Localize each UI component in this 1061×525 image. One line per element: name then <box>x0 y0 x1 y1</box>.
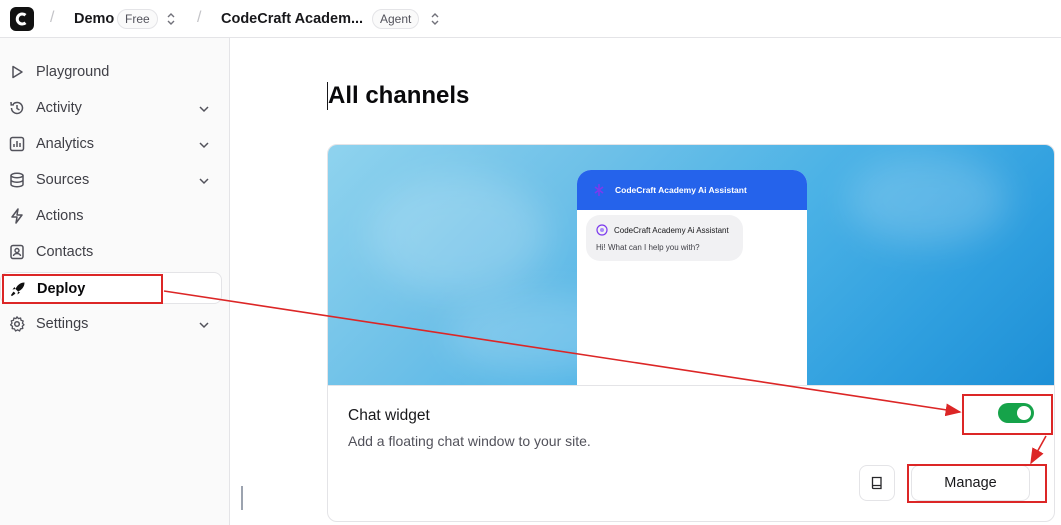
page-title: All channels <box>328 82 470 109</box>
sidebar-item-sources[interactable]: Sources <box>0 164 222 196</box>
greeting-text: Hi! What can I help you with? <box>596 243 700 252</box>
app-logo-icon[interactable] <box>10 7 34 31</box>
sidebar-item-contacts[interactable]: Contacts <box>0 236 222 268</box>
play-icon <box>12 65 23 79</box>
docs-button[interactable] <box>859 465 895 501</box>
greeting-bubble: CodeCraft Academy Ai Assistant Hi! What … <box>586 215 743 261</box>
chevron-down-icon[interactable] <box>197 138 211 152</box>
widget-header-title: CodeCraft Academy Ai Assistant <box>615 185 747 195</box>
sidebar-item-analytics[interactable]: Analytics <box>0 128 222 160</box>
bot-name: CodeCraft Academy Ai Assistant <box>614 226 729 235</box>
sidebar-item-label: Settings <box>36 316 89 332</box>
sidebar-item-label: Analytics <box>36 136 95 152</box>
chat-widget-preview: CodeCraft Academy Ai Assistant CodeCraft… <box>577 170 807 385</box>
annotation-box-deploy <box>2 274 163 304</box>
chevron-down-icon[interactable] <box>197 318 211 332</box>
agent-switcher-icon[interactable] <box>429 10 441 28</box>
gear-icon <box>9 316 25 332</box>
sidebar-item-label: Actions <box>36 208 84 224</box>
breadcrumb-separator: / <box>197 9 202 26</box>
annotation-box-manage <box>907 464 1047 503</box>
sidebar-item-label: Contacts <box>36 244 94 260</box>
contact-icon <box>10 244 24 260</box>
widget-header: CodeCraft Academy Ai Assistant <box>577 170 807 210</box>
annotation-box-toggle <box>962 394 1053 435</box>
bolt-icon <box>11 208 23 224</box>
book-icon <box>871 476 882 490</box>
history-icon <box>10 101 24 115</box>
sidebar-item-playground[interactable]: Playground <box>0 56 222 88</box>
sidebar-item-activity[interactable]: Activity <box>0 92 222 124</box>
plan-badge: Free <box>117 9 158 29</box>
card-description: Add a floating chat window to your site. <box>348 433 591 449</box>
card-title: Chat widget <box>348 407 430 424</box>
bot-avatar-icon <box>596 224 608 236</box>
chart-icon <box>9 136 25 152</box>
bot-icon <box>594 184 604 196</box>
workspace-name[interactable]: Demo <box>74 11 114 27</box>
top-bar: / Demo Free / CodeCraft Academ... Agent <box>0 0 1061 38</box>
sidebar-resize-handle[interactable] <box>241 486 243 510</box>
sidebar-item-label: Playground <box>36 64 110 80</box>
sidebar-item-actions[interactable]: Actions <box>0 200 222 232</box>
workspace-switcher-icon[interactable] <box>165 10 177 28</box>
sidebar-item-label: Activity <box>36 100 82 116</box>
database-icon <box>10 172 24 188</box>
agent-badge: Agent <box>372 9 420 29</box>
widget-preview-banner: CodeCraft Academy Ai Assistant CodeCraft… <box>328 145 1054 385</box>
chevron-down-icon[interactable] <box>197 102 211 116</box>
sidebar-item-label: Sources <box>36 172 90 188</box>
sidebar-item-settings[interactable]: Settings <box>0 308 222 340</box>
agent-name[interactable]: CodeCraft Academ... <box>221 11 363 27</box>
chevron-down-icon[interactable] <box>197 174 211 188</box>
breadcrumb-separator: / <box>50 9 55 26</box>
